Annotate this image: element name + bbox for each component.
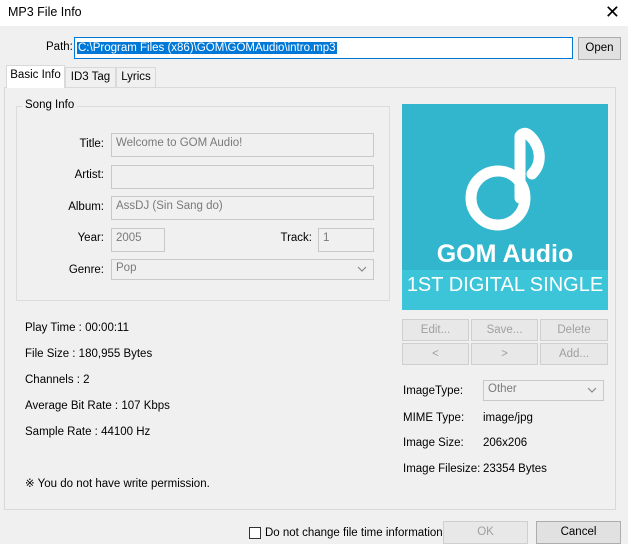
image-filesize-label: Image Filesize: bbox=[403, 463, 481, 475]
title-label: Title: bbox=[79, 138, 105, 150]
mime-type-label: MIME Type: bbox=[403, 412, 465, 424]
edit-image-button[interactable]: Edit... bbox=[402, 319, 469, 341]
file-size-text: File Size : 180,955 Bytes bbox=[25, 348, 153, 360]
year-field[interactable]: 2005 bbox=[111, 228, 165, 252]
ok-button[interactable]: OK bbox=[443, 521, 528, 544]
image-size-value: 206x206 bbox=[483, 437, 528, 449]
album-label: Album: bbox=[68, 201, 104, 213]
sample-rate-text: Sample Rate : 44100 Hz bbox=[25, 426, 151, 438]
image-type-label: ImageType: bbox=[403, 385, 464, 397]
path-label: Path: bbox=[46, 41, 73, 53]
close-icon[interactable]: ✕ bbox=[605, 2, 620, 22]
file-time-checkbox[interactable] bbox=[249, 527, 261, 539]
album-art-subtitle: 1ST DIGITAL SINGLE bbox=[402, 270, 608, 310]
artist-field[interactable] bbox=[111, 165, 374, 189]
delete-image-button[interactable]: Delete bbox=[540, 319, 608, 341]
cancel-button[interactable]: Cancel bbox=[536, 521, 621, 544]
image-type-select[interactable]: Other bbox=[483, 380, 604, 401]
image-size-label: Image Size: bbox=[403, 437, 464, 449]
play-time-text: Play Time : 00:00:11 bbox=[25, 322, 129, 334]
bit-rate-text: Average Bit Rate : 107 Kbps bbox=[25, 400, 170, 412]
track-label: Track: bbox=[280, 232, 312, 244]
album-field[interactable]: AssDJ (Sin Sang do) bbox=[111, 196, 374, 220]
window-title: MP3 File Info bbox=[8, 5, 82, 19]
artist-label: Artist: bbox=[74, 169, 104, 181]
music-note-icon bbox=[465, 127, 545, 231]
song-info-label: Song Info bbox=[22, 99, 78, 111]
title-bar: MP3 File Info ✕ bbox=[0, 0, 628, 26]
genre-label: Genre: bbox=[68, 264, 104, 276]
chevron-down-icon bbox=[357, 266, 367, 272]
track-field[interactable]: 1 bbox=[318, 228, 374, 252]
image-filesize-value: 23354 Bytes bbox=[483, 463, 547, 475]
album-art-brand: GOM Audio bbox=[436, 240, 574, 268]
genre-select[interactable]: Pop bbox=[111, 259, 374, 280]
path-field[interactable]: C:\Program Files (x86)\GOM\GOMAudio\intr… bbox=[74, 37, 573, 59]
file-time-checkbox-label: Do not change file time information bbox=[265, 527, 443, 539]
genre-value: Pop bbox=[116, 262, 137, 274]
channels-text: Channels : 2 bbox=[25, 374, 90, 386]
permission-notice: ※ You do not have write permission. bbox=[25, 478, 210, 490]
tab-lyrics[interactable]: Lyrics bbox=[116, 67, 156, 87]
path-value: C:\Program Files (x86)\GOM\GOMAudio\intr… bbox=[77, 42, 337, 54]
image-type-value: Other bbox=[488, 383, 517, 395]
tab-id3-tag[interactable]: ID3 Tag bbox=[65, 67, 116, 87]
mime-type-value: image/jpg bbox=[483, 412, 533, 424]
album-art: GOM Audio 1ST DIGITAL SINGLE bbox=[402, 104, 608, 310]
save-image-button[interactable]: Save... bbox=[471, 319, 538, 341]
prev-image-button[interactable]: < bbox=[402, 343, 469, 365]
year-label: Year: bbox=[77, 232, 104, 244]
next-image-button[interactable]: > bbox=[471, 343, 538, 365]
title-field[interactable]: Welcome to GOM Audio! bbox=[111, 133, 374, 157]
tab-basic-info[interactable]: Basic Info bbox=[6, 65, 65, 88]
chevron-down-icon bbox=[587, 387, 597, 393]
add-image-button[interactable]: Add... bbox=[540, 343, 608, 365]
open-button[interactable]: Open bbox=[578, 37, 621, 60]
